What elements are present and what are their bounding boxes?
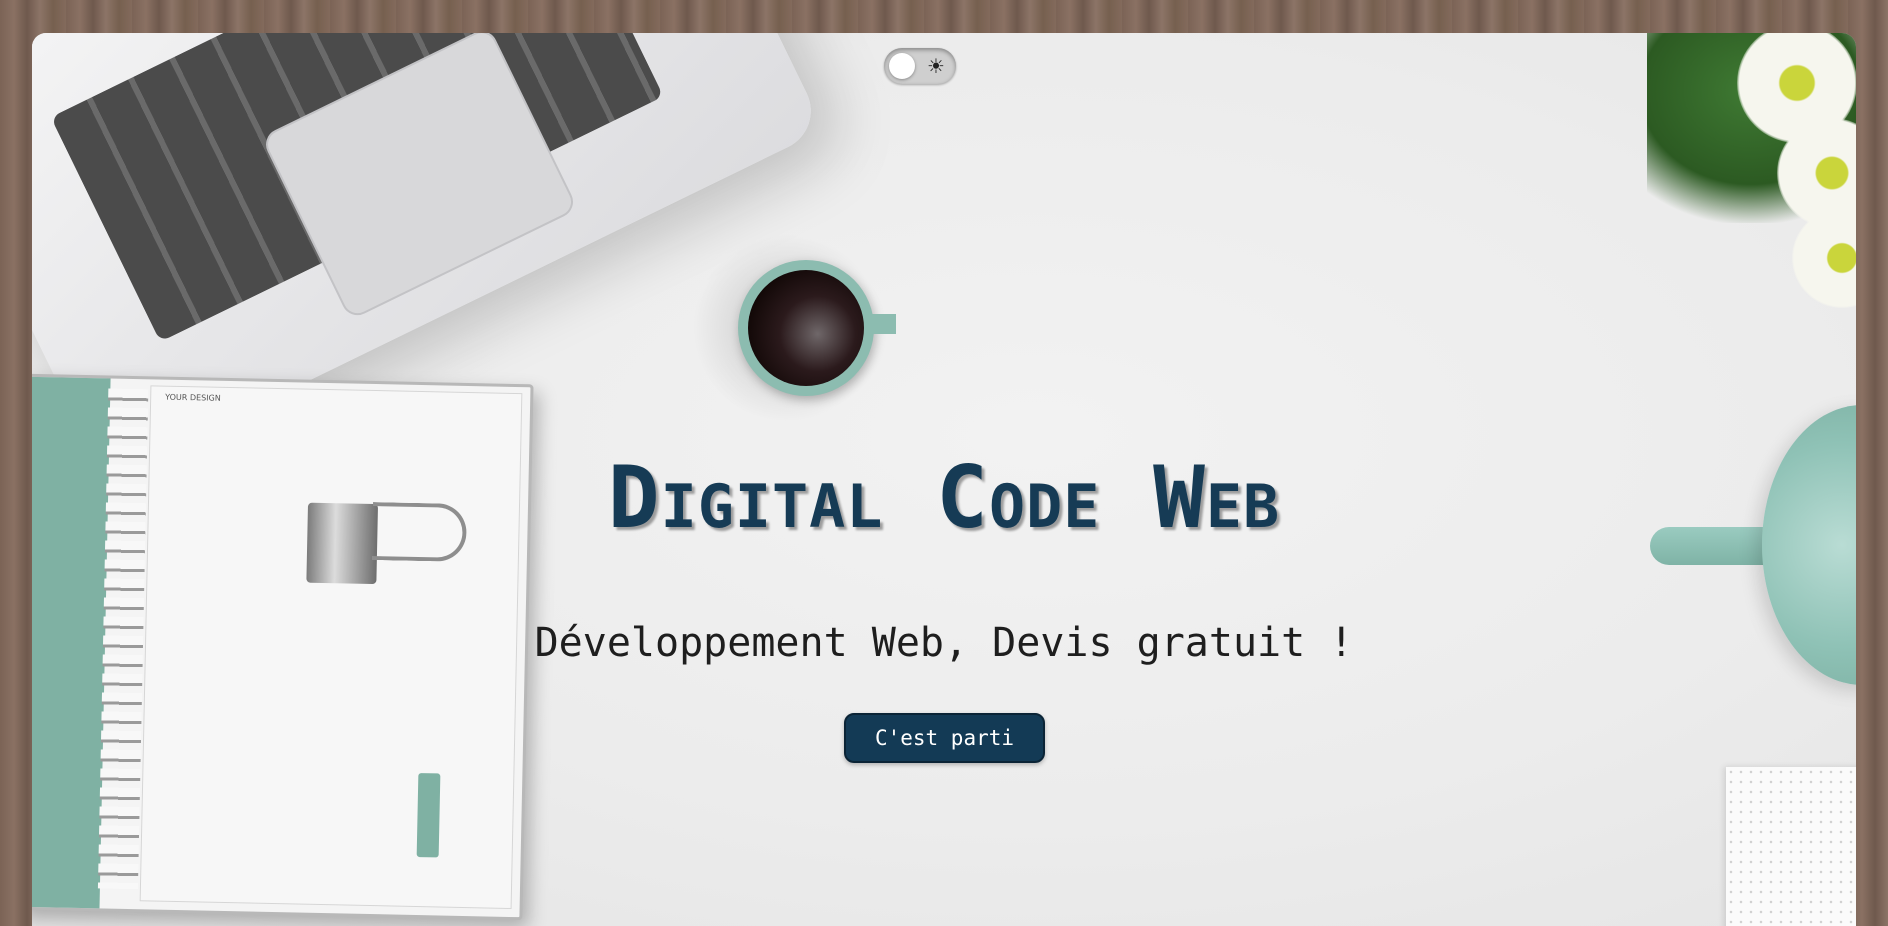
notebook-brand: YOUR DESIGN <box>165 392 221 403</box>
coffee-image <box>748 270 864 386</box>
toggle-knob <box>889 53 915 79</box>
notepad-image <box>1726 767 1856 926</box>
page-title: Digital Code Web <box>607 448 1281 548</box>
cup-handle <box>868 314 896 334</box>
sun-icon: ☀ <box>927 54 945 78</box>
theme-toggle[interactable]: ☀ <box>884 48 956 84</box>
notebook-tab <box>416 773 441 858</box>
hero-subtitle: Développement Web, Devis gratuit ! <box>534 620 1354 666</box>
coffee-cup-image <box>738 260 896 396</box>
cta-button[interactable]: C'est parti <box>844 713 1045 763</box>
daisy-flower-image <box>1792 208 1856 308</box>
